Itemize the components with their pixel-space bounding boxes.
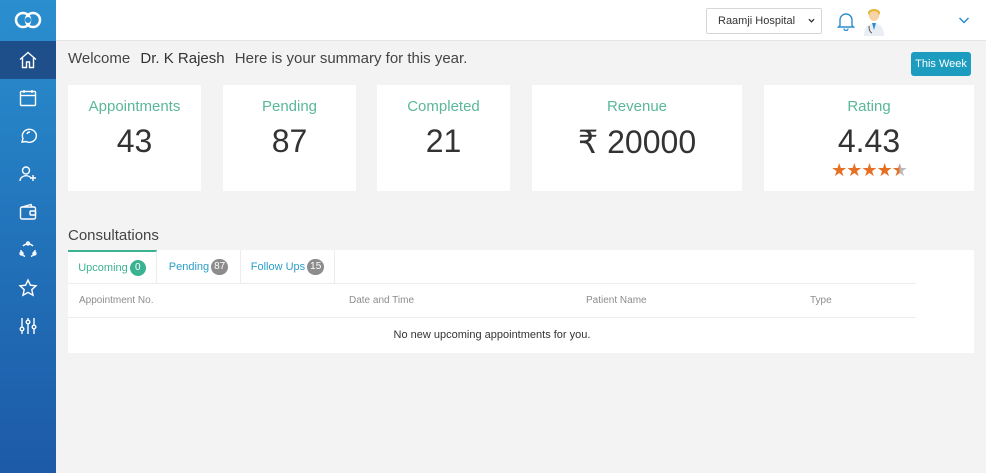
tab-label: Follow Ups [250, 260, 306, 273]
column-appointment-no: Appointment No. [79, 295, 154, 306]
star-icon: ★ [846, 160, 862, 180]
count-badge: 87 [211, 258, 229, 275]
card-value: 87 [271, 123, 308, 159]
sliders-icon [19, 318, 37, 334]
home-icon [19, 51, 37, 69]
rating-card: Rating 4.43 ★★★★★ [764, 85, 974, 191]
chat-icon [21, 128, 38, 143]
sidebar-item-wallet[interactable] [0, 193, 56, 231]
infinity-logo-icon[interactable] [0, 0, 56, 40]
table-header: Appointment No. Date and Time Patient Na… [68, 283, 916, 318]
hospital-select-value: Raamji Hospital [718, 15, 796, 27]
column-patient-name: Patient Name [586, 295, 647, 306]
card-label: Pending [261, 98, 318, 115]
chevron-down-icon[interactable] [958, 15, 970, 25]
tab-upcoming[interactable]: Upcoming 0 [68, 250, 157, 283]
tab-label: Pending [168, 260, 210, 273]
count-badge: 0 [129, 259, 146, 276]
revenue-card: Revenue ₹ 20000 [532, 85, 742, 191]
calendar-icon [19, 90, 37, 107]
tab-pending[interactable]: Pending 87 [157, 250, 241, 283]
star-icon: ★ [876, 160, 893, 180]
tab-label: Upcoming [78, 261, 128, 274]
welcome-prefix: Welcome [68, 50, 131, 67]
sidebar-item-add-user[interactable] [0, 155, 56, 193]
half-star-icon: ★ [891, 160, 908, 180]
bell-icon[interactable] [837, 11, 855, 31]
tab-follow-ups[interactable]: Follow Ups 15 [241, 250, 335, 283]
refresh-cycle-icon [19, 241, 37, 258]
card-value: 43 [116, 123, 153, 159]
card-value: ₹ 20000 [577, 124, 697, 160]
sidebar-item-settings[interactable] [0, 307, 56, 345]
top-header: Raamji Hospital [56, 0, 986, 41]
wallet-icon [19, 203, 37, 220]
doctor-name: Dr. K Rajesh [140, 50, 225, 67]
card-label: Revenue [606, 98, 668, 115]
add-user-icon [19, 166, 36, 182]
card-label: Completed [407, 98, 480, 115]
count-badge: 15 [307, 258, 325, 275]
hospital-select[interactable]: Raamji Hospital [706, 8, 822, 34]
pending-card: Pending 87 [223, 85, 356, 191]
sidebar [0, 0, 56, 473]
sidebar-item-favorites[interactable] [0, 269, 56, 307]
completed-card: Completed 21 [377, 85, 510, 191]
card-value: 4.43 [837, 123, 901, 159]
card-label: Rating [847, 98, 891, 115]
sidebar-item-home[interactable] [0, 41, 56, 79]
consultations-title: Consultations [68, 227, 159, 244]
doctor-avatar-icon[interactable] [862, 6, 886, 36]
card-value: 21 [425, 123, 462, 159]
card-label: Appointments [88, 98, 181, 115]
consultations-panel: Upcoming 0 Pending 87 Follow Ups 15 Appo… [68, 250, 974, 353]
empty-state-message: No new upcoming appointments for you. [393, 329, 591, 341]
column-type: Type [810, 295, 832, 306]
sidebar-item-chat[interactable] [0, 117, 56, 155]
this-week-button[interactable]: This Week [911, 52, 971, 76]
column-date-time: Date and Time [349, 295, 415, 306]
star-icon: ★ [831, 160, 847, 180]
welcome-message: Welcome Dr. K Rajesh Here is your summar… [68, 50, 467, 67]
caret-down-icon [808, 18, 815, 23]
star-badge-icon [18, 278, 38, 297]
appointments-card: Appointments 43 [68, 85, 201, 191]
sidebar-item-calendar[interactable] [0, 79, 56, 117]
rating-stars: ★★★★★ [764, 160, 974, 181]
sidebar-item-refresh[interactable] [0, 231, 56, 269]
welcome-suffix: Here is your summary for this year. [234, 50, 468, 67]
star-icon: ★ [861, 160, 877, 180]
